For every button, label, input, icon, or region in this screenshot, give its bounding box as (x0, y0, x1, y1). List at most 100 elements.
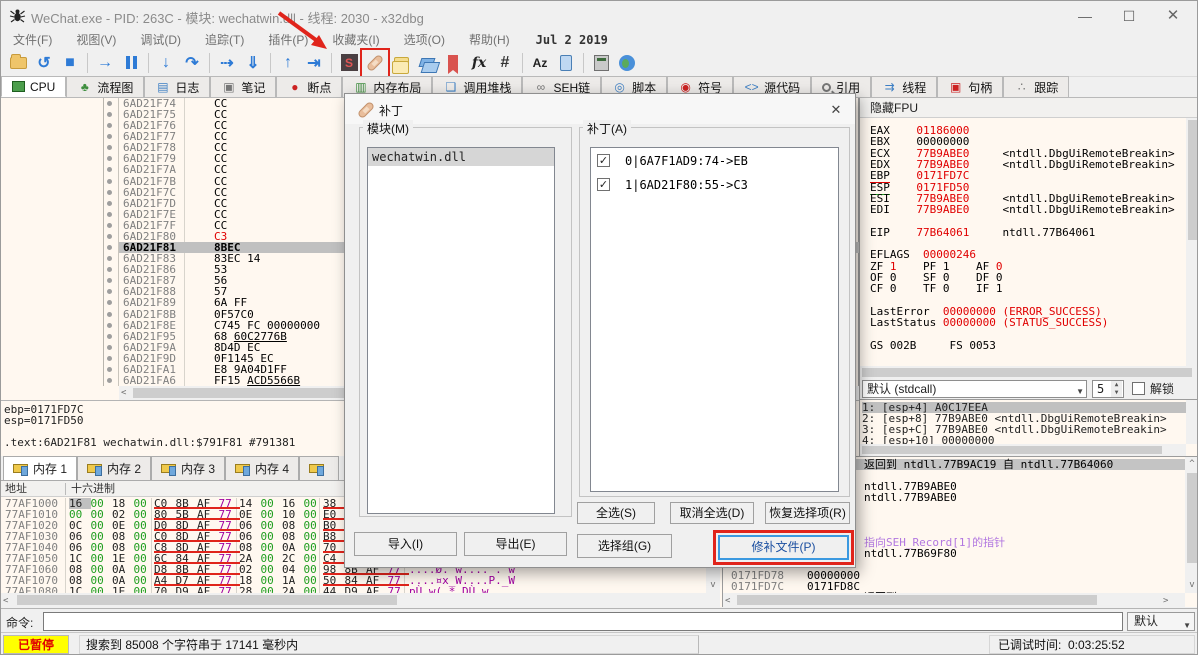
script-icon[interactable]: S (337, 51, 361, 75)
close-button[interactable]: ✕ (1151, 1, 1195, 31)
arguments-vscrollbar[interactable] (1186, 400, 1197, 444)
hash-icon[interactable]: # (493, 51, 517, 75)
maximize-button[interactable]: ☐ (1107, 1, 1151, 31)
tab-断点[interactable]: ● 断点 (276, 76, 343, 97)
menu-item-p[interactable]: 插件(P) (256, 31, 320, 49)
register-row[interactable]: EIP 77B64061 ntdll.77B64061 (870, 227, 1095, 238)
patch-checkbox[interactable]: ✓ (597, 178, 610, 191)
breakpoint-dot-icon[interactable] (107, 289, 112, 295)
hide-fpu-button[interactable]: 隐藏FPU (860, 98, 1197, 118)
select-group-button[interactable]: 选择组(G) (577, 534, 672, 558)
tab-笔记[interactable]: ▣ 笔记 (210, 76, 277, 97)
step-over-icon[interactable]: ↷ (180, 51, 204, 75)
register-row[interactable]: GS 002B FS 0053 (870, 340, 1022, 351)
patch-checkbox[interactable]: ✓ (597, 154, 610, 167)
memory-tab-内存1[interactable]: 内存 1 (3, 456, 78, 480)
tab-线程[interactable]: ⇉ 线程 (871, 76, 938, 97)
tab-跟踪[interactable]: ∴ 跟踪 (1003, 76, 1070, 97)
breakpoint-dot-icon[interactable] (107, 267, 112, 273)
breakpoint-dot-icon[interactable] (107, 101, 112, 106)
menu-item-h[interactable]: 帮助(H) (457, 31, 522, 49)
registers-vscrollbar[interactable] (1186, 118, 1197, 366)
breakpoint-dot-icon[interactable] (107, 311, 112, 317)
stack-row[interactable]: 0171FD7C 0171FD8C (723, 581, 1185, 592)
breakpoint-dot-icon[interactable] (107, 378, 112, 383)
menu-item-o[interactable]: 选项(O) (392, 31, 457, 49)
deselect-all-button[interactable]: 取消全选(D) (670, 502, 754, 524)
menu-item-i[interactable]: 收藏夹(I) (320, 31, 391, 49)
stop-debug-icon[interactable]: ■ (58, 51, 82, 75)
patch-dialog-close-icon[interactable]: ✕ (827, 101, 845, 119)
step-down-icon[interactable]: ⇓ (241, 51, 265, 75)
run-icon[interactable]: → (93, 51, 117, 75)
breakpoint-dot-icon[interactable] (107, 333, 112, 339)
stack-vscrollbar[interactable]: ^ v (1185, 457, 1197, 593)
menu-item-f[interactable]: 文件(F) (1, 31, 64, 49)
minimize-button[interactable]: — (1063, 1, 1107, 31)
breakpoint-dot-icon[interactable] (107, 211, 112, 217)
patch-list-item[interactable]: ✓ 0|6A7F1AD9:74->EB (591, 152, 838, 172)
run-to-cursor-icon[interactable]: ⇢ (215, 51, 239, 75)
breakpoint-dot-icon[interactable] (107, 112, 112, 118)
comment-icon[interactable] (389, 51, 413, 75)
calling-convention-select[interactable]: 默认 (stdcall) ▼ (862, 380, 1087, 398)
breakpoint-dot-icon[interactable] (107, 123, 112, 129)
memory-tab[interactable] (299, 456, 340, 480)
label-icon[interactable] (415, 51, 439, 75)
register-row[interactable]: LastStatus 00000000 (STATUS_SUCCESS) (870, 317, 1108, 328)
breakpoint-dot-icon[interactable] (107, 344, 112, 350)
breakpoint-dot-icon[interactable] (107, 134, 112, 140)
register-row[interactable]: EDI 77B9ABE0 <ntdll.DbgUiRemoteBreakin> (870, 204, 1175, 215)
breakpoint-dot-icon[interactable] (107, 366, 112, 372)
breakpoint-dot-icon[interactable] (107, 256, 112, 262)
breakpoint-dot-icon[interactable] (107, 145, 112, 151)
import-button[interactable]: 导入(I) (354, 532, 457, 556)
breakpoint-dot-icon[interactable] (107, 156, 112, 162)
register-row[interactable]: CF 0 TF 0 IF 1 (870, 283, 1029, 294)
globe-icon[interactable] (615, 51, 639, 75)
breakpoint-dot-icon[interactable] (107, 200, 112, 206)
breakpoint-dot-icon[interactable] (107, 278, 112, 284)
menu-item-t[interactable]: 追踪(T) (193, 31, 256, 49)
memory-tab-内存4[interactable]: 内存 4 (225, 456, 300, 480)
breakpoint-dot-icon[interactable] (107, 178, 112, 184)
breakpoint-dot-icon[interactable] (107, 233, 112, 239)
breakpoint-dot-icon[interactable] (107, 245, 112, 251)
memory-tab-内存3[interactable]: 内存 3 (151, 456, 226, 480)
function-icon[interactable]: fx (467, 51, 491, 75)
pause-icon[interactable] (119, 51, 143, 75)
bookmark-icon[interactable] (441, 51, 465, 75)
tab-流程图[interactable]: ♣ 流程图 (66, 76, 145, 97)
module-list[interactable]: wechatwin.dll (367, 147, 555, 514)
open-file-icon[interactable] (6, 51, 30, 75)
strings-icon[interactable]: Az (528, 51, 552, 75)
menu-item-d[interactable]: 调试(D) (128, 31, 193, 49)
dump-hscrollbar[interactable]: < (1, 593, 720, 607)
tab-句柄[interactable]: ▣ 句柄 (937, 76, 1004, 97)
module-list-item[interactable]: wechatwin.dll (368, 148, 554, 166)
stack-row[interactable]: 0171FD78 00000000 (723, 570, 1185, 581)
step-into-icon[interactable]: ↓ (154, 51, 178, 75)
registers-hscrollbar[interactable] (860, 366, 1197, 379)
patch-icon[interactable] (360, 47, 390, 78)
select-all-button[interactable]: 全选(S) (577, 502, 655, 524)
calculator-icon[interactable] (589, 51, 613, 75)
execute-till-return-icon[interactable]: ⇥ (302, 51, 326, 75)
breakpoint-dot-icon[interactable] (107, 322, 112, 328)
argument-count-stepper[interactable]: 5 ▲ ▼ (1092, 380, 1124, 398)
breakpoint-dot-icon[interactable] (107, 300, 112, 306)
patch-file-button[interactable]: 修补文件(P) (713, 530, 854, 565)
patch-list-item[interactable]: ✓ 1|6AD21F80:55->C3 (591, 176, 838, 196)
tab-cpu[interactable]: CPU (1, 76, 67, 97)
menu-item-v[interactable]: 视图(V) (64, 31, 128, 49)
tab-日志[interactable]: ▤ 日志 (144, 76, 211, 97)
export-button[interactable]: 导出(E) (464, 532, 567, 556)
command-syntax-select[interactable]: 默认 ▼ (1127, 612, 1195, 631)
stack-hscrollbar[interactable]: < > (723, 593, 1185, 607)
breakpoint-dot-icon[interactable] (107, 355, 112, 361)
arguments-hscrollbar[interactable] (860, 444, 1186, 456)
breakpoint-dot-icon[interactable] (107, 167, 112, 173)
step-out-icon[interactable]: ↑ (276, 51, 300, 75)
memory-tab-内存2[interactable]: 内存 2 (77, 456, 152, 480)
patch-list[interactable]: ✓ 0|6A7F1AD9:74->EB ✓ 1|6AD21F80:55->C3 (590, 147, 839, 492)
